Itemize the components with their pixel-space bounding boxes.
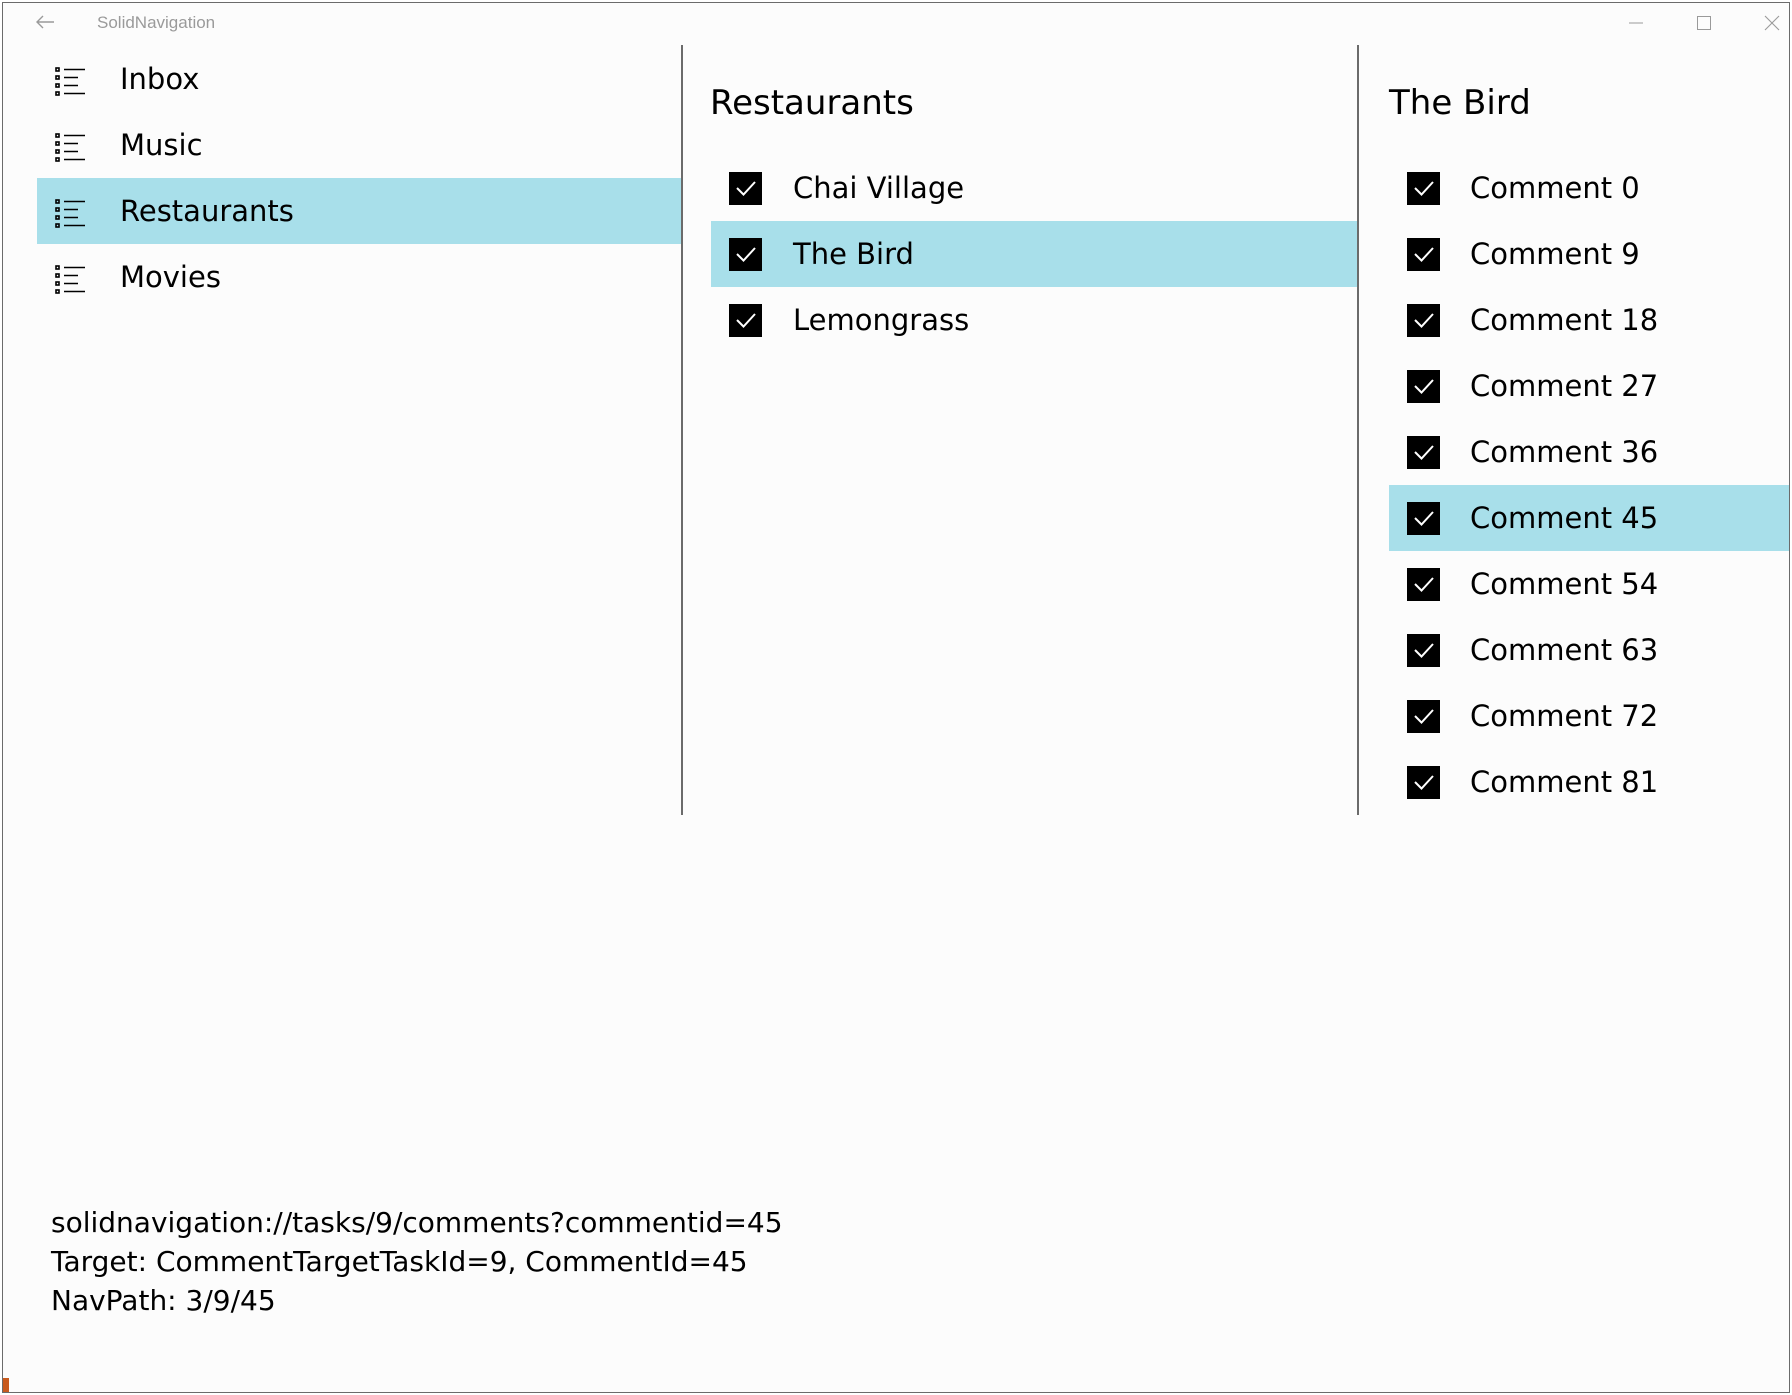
comments-pane: The Bird Comment 0 Comment 9 Comment 18 …: [1359, 45, 1789, 815]
task-label: Lemongrass: [793, 303, 970, 337]
comment-item[interactable]: Comment 18: [1389, 287, 1789, 353]
status-uri: solidnavigation://tasks/9/comments?comme…: [51, 1206, 783, 1239]
bulleted-list-icon: [55, 265, 85, 294]
task-item[interactable]: Lemongrass: [711, 287, 1357, 353]
checkmark-icon: [1413, 643, 1434, 658]
checkmark-icon: [735, 247, 756, 262]
comment-checkbox[interactable]: [1407, 567, 1440, 601]
comment-label: Comment 18: [1470, 303, 1659, 337]
comment-item[interactable]: Comment 9: [1389, 221, 1789, 287]
comment-label: Comment 81: [1470, 765, 1659, 799]
nav-item-inbox[interactable]: Inbox: [37, 46, 681, 112]
comment-item[interactable]: Comment 54: [1389, 551, 1789, 617]
comment-checkbox[interactable]: [1407, 303, 1440, 337]
task-list-pane: Restaurants Chai Village The Bird Lemong…: [683, 45, 1359, 815]
close-icon: [1764, 15, 1780, 31]
comment-label: Comment 36: [1470, 435, 1659, 469]
nav-item-restaurants[interactable]: Restaurants: [37, 178, 681, 244]
bulleted-list-icon: [55, 67, 85, 96]
comment-checkbox[interactable]: [1407, 435, 1440, 469]
checkmark-icon: [1413, 379, 1434, 394]
comment-item[interactable]: Comment 81: [1389, 749, 1789, 815]
navigation-pane: Inbox Music Restaurants Movies: [37, 45, 683, 815]
task-label: The Bird: [793, 237, 914, 271]
back-arrow-icon: [36, 15, 54, 29]
comment-label: Comment 45: [1470, 501, 1659, 535]
checkmark-icon: [1413, 709, 1434, 724]
checkmark-icon: [1413, 445, 1434, 460]
comment-label: Comment 27: [1470, 369, 1659, 403]
nav-item-movies[interactable]: Movies: [37, 244, 681, 310]
comment-label: Comment 63: [1470, 633, 1659, 667]
task-item[interactable]: Chai Village: [711, 155, 1357, 221]
nav-item-label: Inbox: [120, 62, 200, 96]
back-button[interactable]: [25, 9, 65, 35]
task-item[interactable]: The Bird: [711, 221, 1357, 287]
checkmark-icon: [1413, 313, 1434, 328]
comments-heading: The Bird: [1389, 83, 1531, 123]
comment-item[interactable]: Comment 27: [1389, 353, 1789, 419]
window-corner-mark: [3, 1378, 9, 1392]
nav-item-label: Movies: [120, 260, 221, 294]
nav-item-label: Restaurants: [120, 194, 294, 228]
status-target: Target: CommentTargetTaskId=9, CommentId…: [51, 1245, 748, 1278]
comment-checkbox[interactable]: [1407, 369, 1440, 403]
task-list-heading: Restaurants: [710, 83, 914, 123]
comment-item[interactable]: Comment 63: [1389, 617, 1789, 683]
comment-label: Comment 72: [1470, 699, 1659, 733]
comment-item[interactable]: Comment 72: [1389, 683, 1789, 749]
checkmark-icon: [1413, 247, 1434, 262]
title-bar: SolidNavigation: [3, 3, 1789, 43]
checkmark-icon: [735, 313, 756, 328]
task-checkbox[interactable]: [729, 237, 762, 271]
comment-checkbox[interactable]: [1407, 699, 1440, 733]
maximize-icon: [1697, 16, 1711, 30]
maximize-button[interactable]: [1674, 7, 1734, 39]
bulleted-list-icon: [55, 133, 85, 162]
app-title: SolidNavigation: [97, 13, 216, 32]
comment-checkbox[interactable]: [1407, 237, 1440, 271]
comment-item[interactable]: Comment 36: [1389, 419, 1789, 485]
comment-label: Comment 0: [1470, 171, 1640, 205]
minimize-button[interactable]: [1606, 7, 1666, 39]
task-label: Chai Village: [793, 171, 965, 205]
navigation-status: solidnavigation://tasks/9/comments?comme…: [51, 1203, 783, 1320]
checkmark-icon: [735, 181, 756, 196]
minimize-icon: [1629, 22, 1643, 24]
nav-item-music[interactable]: Music: [37, 112, 681, 178]
app-window: SolidNavigation Inbox Music Restaurants …: [2, 2, 1790, 1393]
checkmark-icon: [1413, 577, 1434, 592]
comment-label: Comment 54: [1470, 567, 1659, 601]
nav-item-label: Music: [120, 128, 203, 162]
checkmark-icon: [1413, 181, 1434, 196]
bulleted-list-icon: [55, 199, 85, 228]
comment-checkbox[interactable]: [1407, 633, 1440, 667]
status-navpath: NavPath: 3/9/45: [51, 1284, 276, 1317]
task-checkbox[interactable]: [729, 303, 762, 337]
checkmark-icon: [1413, 511, 1434, 526]
comment-checkbox[interactable]: [1407, 765, 1440, 799]
comment-item[interactable]: Comment 0: [1389, 155, 1789, 221]
close-button[interactable]: [1742, 7, 1789, 39]
comment-label: Comment 9: [1470, 237, 1640, 271]
comment-checkbox[interactable]: [1407, 171, 1440, 205]
task-checkbox[interactable]: [729, 171, 762, 205]
comment-item[interactable]: Comment 45: [1389, 485, 1789, 551]
comment-checkbox[interactable]: [1407, 501, 1440, 535]
checkmark-icon: [1413, 775, 1434, 790]
